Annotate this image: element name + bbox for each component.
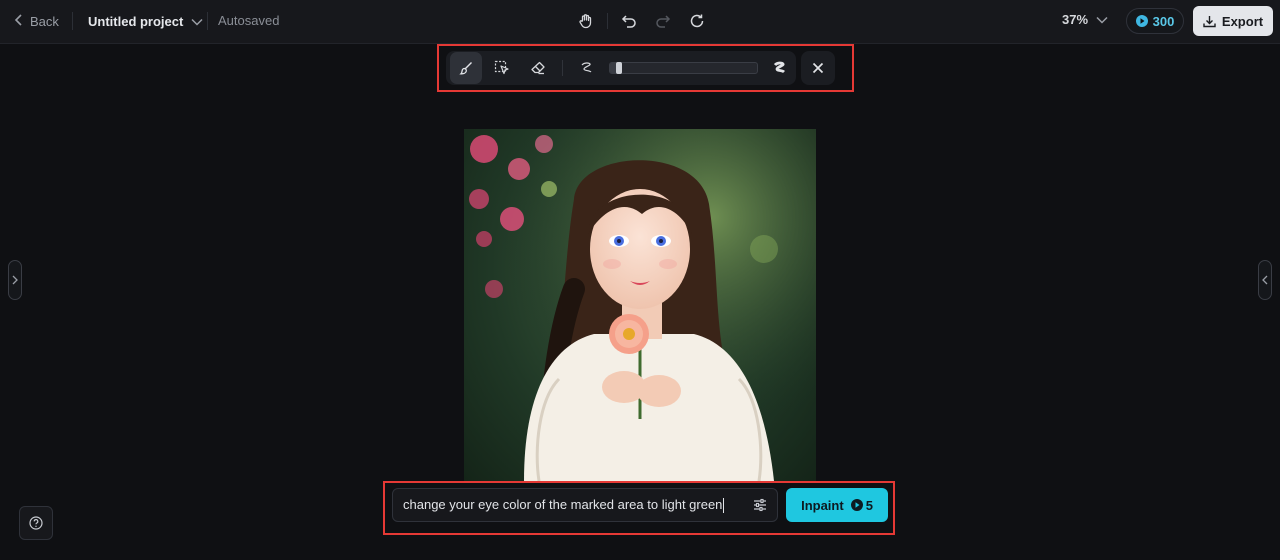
prompt-value: change your eye color of the marked area… (403, 496, 723, 512)
chevron-right-icon (12, 275, 18, 285)
left-panel-toggle[interactable] (8, 260, 22, 300)
smart-select-tool-button[interactable] (486, 52, 518, 84)
slider-thumb[interactable] (615, 62, 622, 74)
inpaint-prompt-input[interactable]: change your eye color of the marked area… (392, 488, 778, 522)
undo-button[interactable] (618, 10, 640, 32)
undo-icon (621, 15, 636, 28)
eraser-tool-button[interactable] (522, 52, 554, 84)
prompt-text: change your eye color of the marked area… (403, 496, 753, 514)
right-panel-toggle[interactable] (1258, 260, 1272, 300)
divider (207, 12, 208, 30)
chevron-left-icon (14, 13, 24, 29)
project-name: Untitled project (88, 13, 184, 29)
help-button[interactable] (19, 506, 53, 540)
eraser-icon (531, 61, 545, 75)
credit-coin-icon (1135, 15, 1148, 27)
hand-icon (579, 14, 592, 29)
brush-stroke-thick-icon (773, 61, 786, 74)
credits-badge[interactable]: 300 (1126, 8, 1184, 34)
text-caret (723, 498, 725, 514)
export-button[interactable]: Export (1193, 6, 1273, 36)
chevron-down-icon (191, 14, 203, 29)
close-icon (812, 62, 824, 74)
redo-button[interactable] (652, 10, 674, 32)
history-tools (575, 10, 708, 32)
download-icon (1203, 15, 1216, 27)
inpaint-button[interactable]: Inpaint 5 (786, 488, 888, 522)
portrait-photo (464, 129, 816, 481)
divider (607, 13, 608, 29)
brush-tool-button[interactable] (450, 52, 482, 84)
slider-fill (609, 63, 616, 73)
top-bar: Back Untitled project Autosaved 37% 300 … (0, 0, 1280, 44)
zoom-level: 37% (1062, 12, 1089, 27)
brush-icon (459, 62, 472, 75)
chevron-down-icon (1096, 12, 1108, 27)
close-inpaint-button[interactable] (801, 51, 835, 85)
export-label: Export (1221, 13, 1264, 29)
brush-size-small-button[interactable] (571, 52, 603, 84)
chevron-left-icon (1262, 275, 1268, 285)
inpaint-toolbar (446, 51, 796, 85)
divider (72, 12, 73, 30)
prompt-settings-button[interactable] (753, 498, 767, 512)
smart-select-icon (494, 60, 509, 75)
refresh-icon (690, 14, 704, 28)
brush-size-slider[interactable] (608, 62, 759, 74)
brush-stroke-thin-icon (581, 62, 592, 73)
back-label: Back (30, 13, 59, 29)
sliders-icon (754, 498, 766, 512)
canvas-image[interactable] (464, 129, 816, 481)
inpaint-label: Inpaint (801, 497, 844, 513)
back-button[interactable]: Back (14, 11, 59, 31)
help-icon (29, 516, 43, 530)
project-name-dropdown[interactable]: Untitled project (88, 11, 203, 31)
credits-count: 300 (1152, 13, 1175, 29)
redo-icon (656, 15, 671, 28)
autosave-status: Autosaved (218, 13, 280, 28)
hand-tool-button[interactable] (575, 10, 597, 32)
divider (561, 60, 563, 76)
credit-coin-icon (850, 499, 863, 511)
zoom-dropdown[interactable]: 37% (1062, 12, 1108, 27)
refresh-button[interactable] (686, 10, 708, 32)
inpaint-cost: 5 (850, 497, 873, 513)
brush-size-large-button[interactable] (764, 52, 796, 84)
inpaint-cost-value: 5 (865, 497, 873, 513)
